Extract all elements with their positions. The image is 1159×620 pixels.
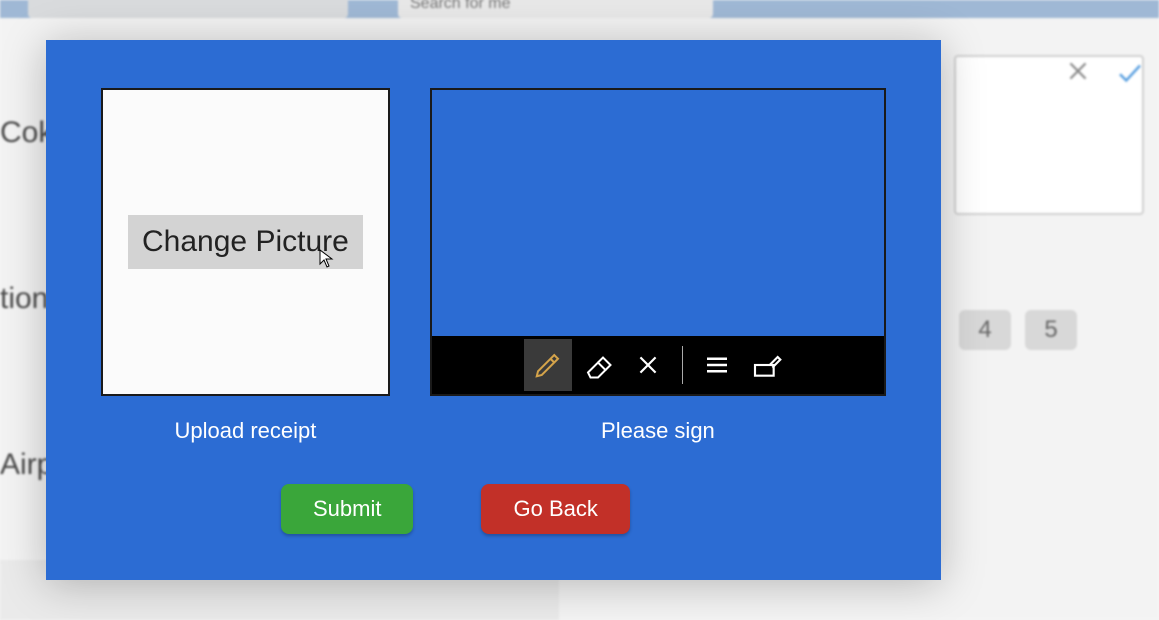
touch-write-icon[interactable] — [743, 339, 791, 391]
close-icon[interactable] — [1065, 58, 1091, 89]
ink-toolbar — [432, 336, 884, 394]
receipt-upload-box[interactable]: Change Picture — [101, 88, 390, 396]
pen-icon[interactable] — [524, 339, 572, 391]
signature-box — [430, 88, 886, 396]
submit-button[interactable]: Submit — [281, 484, 413, 534]
rating-badge[interactable]: 5 — [1025, 310, 1077, 350]
ruled-icon[interactable] — [693, 339, 741, 391]
signature-caption: Please sign — [430, 418, 886, 444]
eraser-icon[interactable] — [574, 339, 622, 391]
background-search[interactable]: Search for me — [398, 0, 713, 18]
go-back-button[interactable]: Go Back — [481, 484, 629, 534]
change-picture-button[interactable]: Change Picture — [128, 215, 363, 269]
upload-caption: Upload receipt — [101, 418, 390, 444]
signature-canvas[interactable] — [432, 90, 884, 336]
clear-icon[interactable] — [624, 339, 672, 391]
background-label: tion — [0, 282, 48, 316]
search-placeholder: Search for me — [410, 0, 510, 13]
upload-sign-modal: Change Picture — [46, 40, 941, 580]
background-dropdown[interactable] — [28, 0, 348, 18]
rating-badge[interactable]: 4 — [959, 310, 1011, 350]
toolbar-divider — [682, 346, 683, 384]
check-icon[interactable] — [1115, 58, 1145, 93]
